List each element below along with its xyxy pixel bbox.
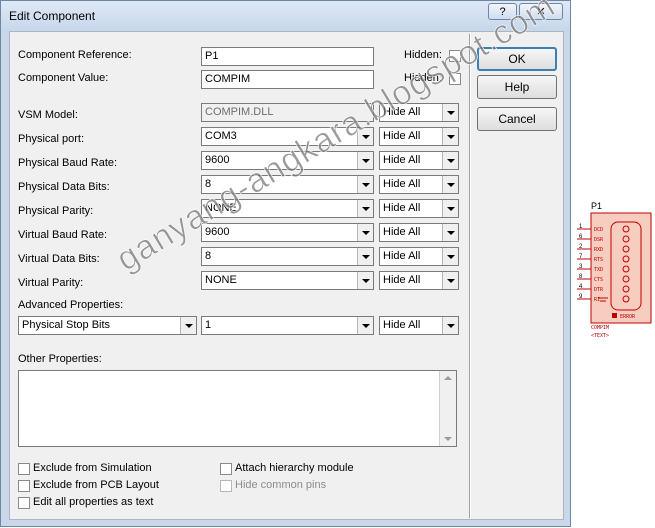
dialog-client-area: Component Reference: P1 Hidden: Componen… xyxy=(9,31,564,520)
virtual-parity-label: Virtual Parity: xyxy=(18,277,84,289)
advanced-value-select[interactable]: 1 xyxy=(201,316,374,335)
chevron-down-icon[interactable] xyxy=(357,248,373,265)
chevron-down-icon[interactable] xyxy=(180,317,196,334)
physical-port-label: Physical port: xyxy=(18,133,85,145)
physical-baud-rate-label: Physical Baud Rate: xyxy=(18,157,118,169)
schematic-pin-label: CTS xyxy=(594,277,603,283)
advanced-visibility-select[interactable]: Hide All xyxy=(379,316,459,335)
compim-schematic: P1 1 DCD6 DSR2 RXD7 RTS3 TXD8 CTS4 DTR9 RI ERROR… xyxy=(577,201,652,339)
cancel-button[interactable]: Cancel xyxy=(477,107,557,131)
chevron-down-icon[interactable] xyxy=(442,104,458,121)
schematic-pin-label: DCD xyxy=(594,227,603,233)
physical-data-bits-visibility-select[interactable]: Hide All xyxy=(379,175,459,194)
chevron-down-icon[interactable] xyxy=(442,176,458,193)
schematic-reference: P1 xyxy=(591,201,602,211)
advanced-properties-label: Advanced Properties: xyxy=(18,299,124,311)
virtual-baud-rate-label: Virtual Baud Rate: xyxy=(18,229,108,241)
exclude-pcb-label: Exclude from PCB Layout xyxy=(33,479,159,491)
virtual-parity-visibility-select[interactable]: Hide All xyxy=(379,271,459,290)
virtual-baud-rate-select[interactable]: 9600 xyxy=(201,223,374,242)
component-value-label: Component Value: xyxy=(18,72,109,84)
chevron-down-icon[interactable] xyxy=(357,176,373,193)
attach-hierarchy-label: Attach hierarchy module xyxy=(235,462,354,474)
chevron-down-icon[interactable] xyxy=(357,200,373,217)
vertical-divider xyxy=(469,34,471,518)
schematic-pin-label: RTS xyxy=(594,257,603,263)
hide-common-pins-checkbox xyxy=(220,480,232,492)
virtual-parity-select[interactable]: NONE xyxy=(201,271,374,290)
chevron-down-icon[interactable] xyxy=(357,272,373,289)
physical-port-visibility-select[interactable]: Hide All xyxy=(379,127,459,146)
schematic-component-name: COMPIM xyxy=(591,325,609,331)
schematic-pin-label: DTR xyxy=(594,287,604,293)
virtual-baud-rate-visibility-select[interactable]: Hide All xyxy=(379,223,459,242)
edit-all-text-label: Edit all properties as text xyxy=(33,496,154,508)
chevron-down-icon[interactable] xyxy=(442,272,458,289)
exclude-simulation-label: Exclude from Simulation xyxy=(33,462,152,474)
chevron-down-icon[interactable] xyxy=(357,317,373,334)
chevron-down-icon[interactable] xyxy=(442,200,458,217)
virtual-data-bits-visibility-select[interactable]: Hide All xyxy=(379,247,459,266)
chevron-down-icon[interactable] xyxy=(442,224,458,241)
component-reference-label: Component Reference: xyxy=(18,49,132,61)
help-button[interactable]: Help xyxy=(477,75,557,99)
schematic-pin-label: DSR xyxy=(594,237,604,243)
component-value-input[interactable]: COMPIM xyxy=(201,70,374,89)
component-reference-input[interactable]: P1 xyxy=(201,47,374,66)
other-properties-label: Other Properties: xyxy=(18,353,102,365)
schematic-text-label: <TEXT> xyxy=(591,333,609,339)
schematic-error-label: ERROR xyxy=(620,314,636,320)
physical-baud-rate-visibility-select[interactable]: Hide All xyxy=(379,151,459,170)
exclude-simulation-checkbox[interactable] xyxy=(18,463,30,475)
error-led xyxy=(612,313,617,318)
edit-component-window: Edit Component ? ✕ Component Reference: … xyxy=(0,0,571,527)
schematic-pin-label: TXD xyxy=(594,267,603,273)
chevron-down-icon[interactable] xyxy=(442,248,458,265)
hide-common-pins-label: Hide common pins xyxy=(235,479,327,491)
advanced-property-select[interactable]: Physical Stop Bits xyxy=(18,316,197,335)
other-properties-textarea[interactable] xyxy=(18,370,457,447)
vsm-model-label: VSM Model: xyxy=(18,109,78,121)
edit-all-text-checkbox[interactable] xyxy=(18,497,30,509)
virtual-data-bits-label: Virtual Data Bits: xyxy=(18,253,100,265)
exclude-pcb-checkbox[interactable] xyxy=(18,480,30,492)
chevron-down-icon[interactable] xyxy=(357,152,373,169)
chevron-down-icon[interactable] xyxy=(442,128,458,145)
chevron-down-icon[interactable] xyxy=(442,152,458,169)
physical-data-bits-label: Physical Data Bits: xyxy=(18,181,110,193)
chevron-down-icon[interactable] xyxy=(442,317,458,334)
window-title: Edit Component xyxy=(9,9,96,23)
chevron-down-icon[interactable] xyxy=(357,224,373,241)
attach-hierarchy-checkbox[interactable] xyxy=(220,463,232,475)
virtual-data-bits-select[interactable]: 8 xyxy=(201,247,374,266)
physical-parity-label: Physical Parity: xyxy=(18,205,94,217)
schematic-pin-label: RXD xyxy=(594,247,603,253)
physical-parity-visibility-select[interactable]: Hide All xyxy=(379,199,459,218)
